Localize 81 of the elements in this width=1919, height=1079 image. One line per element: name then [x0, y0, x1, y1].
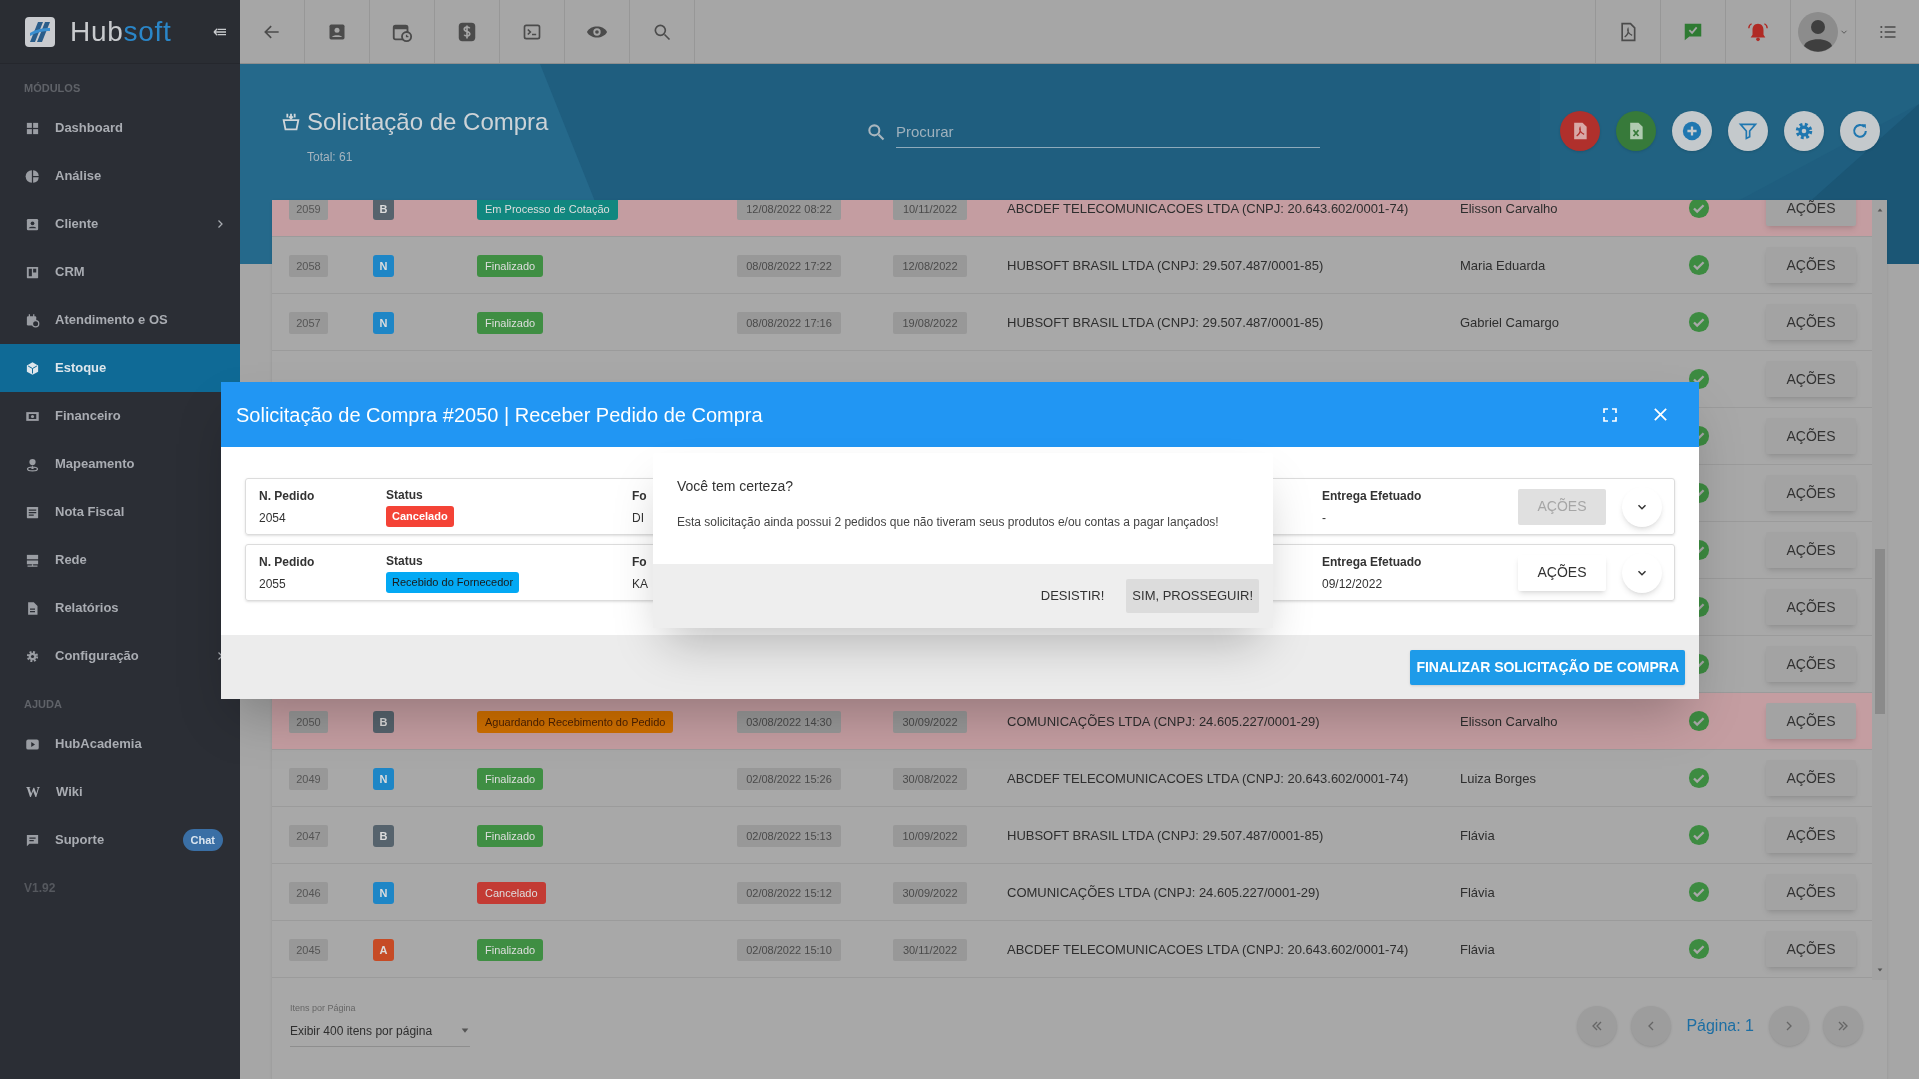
supplier-cell: ABCDEF TELECOMUNICACOES LTDA (CNPJ: 20.643.602/0001-74)	[1007, 771, 1409, 786]
type-badge: B	[373, 824, 394, 848]
date-badge: 19/08/2022	[893, 311, 967, 335]
requester-cell: Maria Eduarda	[1460, 258, 1546, 273]
status-badge: Cancelado	[477, 881, 546, 905]
order-number: 2055	[259, 575, 287, 593]
status-badge: Recebido do Fornecedor	[386, 572, 520, 593]
wiki-icon: W	[25, 781, 41, 803]
status-badge: Finalizado	[477, 938, 544, 962]
requester-cell: Gabriel Camargo	[1460, 315, 1559, 330]
supplier-cell: COMUNICAÇÕES LTDA (CNPJ: 24.605.227/0001-29)	[1007, 885, 1320, 900]
requester-cell: Elisson Carvalho	[1460, 714, 1558, 729]
field-label: N. Pedido	[259, 487, 316, 505]
order-number: 2054	[259, 509, 287, 527]
date-badge: 30/11/2022	[893, 938, 967, 962]
status-badge: Em Processo de Cotação	[477, 200, 618, 221]
field-label: Status	[386, 487, 424, 505]
status-badge: Finalizado	[477, 824, 544, 848]
id-badge: 2045	[289, 938, 328, 962]
date-badge: 03/08/2022 14:30	[737, 710, 841, 734]
date-badge: 08/08/2022 17:22	[737, 254, 841, 278]
modal-title: Solicitação de Compra #2050 | Receber Pedido de Compra	[236, 402, 763, 428]
date-badge: 12/08/2022 08:22	[737, 200, 841, 221]
requester-cell: Flávia	[1460, 885, 1495, 900]
supplier-cell: HUBSOFT BRASIL LTDA (CNPJ: 29.507.487/0001-85)	[1007, 315, 1324, 330]
id-badge: 2059	[289, 200, 328, 221]
date-badge: 08/08/2022 17:16	[737, 311, 841, 335]
field-label: N. Pedido	[259, 553, 316, 571]
field-label: Status	[386, 553, 424, 571]
supplier-cell: ABCDEF TELECOMUNICACOES LTDA (CNPJ: 20.643.602/0001-74)	[1007, 942, 1409, 957]
date-badge: 30/09/2022	[893, 881, 967, 905]
date-badge: 30/08/2022	[893, 767, 967, 791]
supplier-cell: COMUNICAÇÕES LTDA (CNPJ: 24.605.227/0001-29)	[1007, 714, 1320, 729]
status-badge: Aguardando Recebimento do Pedido	[477, 710, 674, 734]
requester-cell: Flávia	[1460, 942, 1495, 957]
type-badge: A	[373, 938, 394, 962]
chat-badge: Chat	[182, 828, 223, 852]
status-badge: Finalizado	[477, 311, 544, 335]
date-badge: 10/11/2022	[893, 200, 967, 221]
confirm-message: Esta solicitação ainda possui 2 pedidos que não tiveram seus produtos e/ou contas a pagar lançados!	[677, 514, 1220, 531]
total-count: Total: 61	[307, 149, 354, 166]
field-label: Fo	[632, 487, 647, 505]
type-badge: N	[373, 767, 394, 791]
date-badge: 02/08/2022 15:26	[737, 767, 841, 791]
field-label: Fo	[632, 553, 647, 571]
id-badge: 2046	[289, 881, 328, 905]
id-badge: 2057	[289, 311, 328, 335]
type-badge: N	[373, 881, 394, 905]
id-badge: 2049	[289, 767, 328, 791]
date-badge: 02/08/2022 15:12	[737, 881, 841, 905]
id-badge: 2058	[289, 254, 328, 278]
requester-cell: Flávia	[1460, 828, 1495, 843]
type-badge: B	[373, 710, 394, 734]
id-badge: 2047	[289, 824, 328, 848]
status-badge: Cancelado	[386, 506, 454, 527]
confirm-title: Você tem certeza?	[677, 477, 794, 496]
requester-cell: Luiza Borges	[1460, 771, 1536, 786]
type-badge: N	[373, 254, 394, 278]
status-badge: Finalizado	[477, 767, 544, 791]
supplier-cell: HUBSOFT BRASIL LTDA (CNPJ: 29.507.487/0001-85)	[1007, 258, 1324, 273]
page-title: Solicitação de Compra	[307, 107, 549, 137]
date-badge: 02/08/2022 15:13	[737, 824, 841, 848]
date-badge: 30/09/2022	[893, 710, 967, 734]
date-badge: 02/08/2022 15:10	[737, 938, 841, 962]
date-badge: 10/09/2022	[893, 824, 967, 848]
supplier-name: DI	[632, 509, 644, 527]
brand-name: Hubsoft	[70, 17, 172, 46]
page-indicator: Página: 1	[1686, 1016, 1754, 1036]
delivery-date: -	[1322, 509, 1327, 527]
delivery-date: 09/12/2022	[1322, 575, 1384, 593]
type-badge: N	[373, 311, 394, 335]
supplier-cell: HUBSOFT BRASIL LTDA (CNPJ: 29.507.487/0001-85)	[1007, 828, 1324, 843]
id-badge: 2050	[289, 710, 328, 734]
field-label: Entrega Efetuado	[1322, 553, 1423, 571]
status-badge: Finalizado	[477, 254, 544, 278]
type-badge: B	[373, 200, 394, 221]
supplier-cell: ABCDEF TELECOMUNICACOES LTDA (CNPJ: 20.643.602/0001-74)	[1007, 201, 1409, 216]
field-label: Entrega Efetuado	[1322, 487, 1423, 505]
date-badge: 12/08/2022	[893, 254, 967, 278]
supplier-name: KA	[632, 575, 648, 593]
requester-cell: Elisson Carvalho	[1460, 201, 1558, 216]
